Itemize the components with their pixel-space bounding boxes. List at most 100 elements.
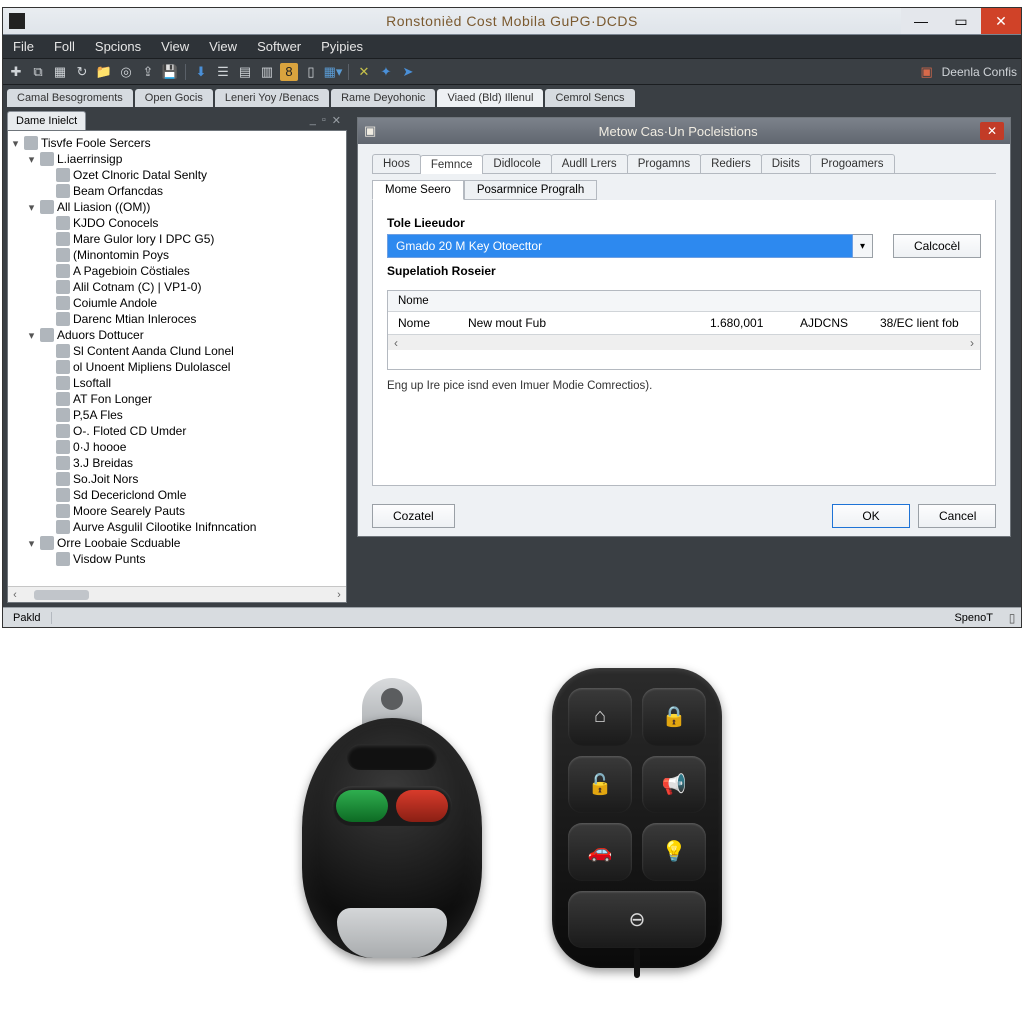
tree-item[interactable]: 3.J Breidas — [42, 455, 344, 471]
tree-item[interactable]: Mare Gulor lory I DPC G5) — [42, 231, 344, 247]
col-header[interactable] — [458, 291, 700, 311]
list-icon[interactable]: ☰ — [214, 63, 232, 81]
layout-icon[interactable]: ▥ — [258, 63, 276, 81]
tree-item[interactable]: (Minontomin Poys — [42, 247, 344, 263]
toolbar-right-label[interactable]: Deenla Confis — [942, 65, 1017, 79]
minimize-button[interactable]: — — [901, 8, 941, 34]
col-header[interactable] — [790, 291, 870, 311]
tree-item[interactable]: So.Joit Nors — [42, 471, 344, 487]
col-header[interactable] — [700, 291, 790, 311]
maximize-button[interactable]: ▭ — [941, 8, 981, 34]
scroll-left-icon[interactable]: ‹ — [8, 589, 22, 601]
refresh-icon[interactable]: ↻ — [73, 63, 91, 81]
dialog-tab[interactable]: Progoamers — [810, 154, 895, 173]
target-icon[interactable]: ◎ — [117, 63, 135, 81]
dropdown-icon[interactable]: ▦▾ — [324, 63, 342, 81]
doctab[interactable]: Open Gocis — [135, 89, 213, 107]
tree-item[interactable]: O-. Floted CD Umder — [42, 423, 344, 439]
badge-icon[interactable]: 8 — [280, 63, 298, 81]
tree-view[interactable]: ▾Tisvfe Foole Sercers▾L.iaerrinsigpOzet … — [7, 130, 347, 603]
export-icon[interactable]: ⇪ — [139, 63, 157, 81]
dialog-tab[interactable]: Progamns — [627, 154, 701, 173]
expand-icon[interactable]: ▾ — [26, 537, 37, 550]
doctab[interactable]: Leneri Yoy /Benacs — [215, 89, 329, 107]
dialog-tab[interactable]: Audll Lrers — [551, 154, 628, 173]
menu-foll[interactable]: Foll — [44, 35, 85, 58]
menu-file[interactable]: File — [3, 35, 44, 58]
pane-tab[interactable]: Dame Inielct — [7, 111, 86, 130]
tree-item[interactable]: ▾Tisvfe Foole Sercers — [10, 135, 344, 151]
tree-item[interactable]: A Pagebioin Cöstiales — [42, 263, 344, 279]
menu-softwer[interactable]: Softwer — [247, 35, 311, 58]
settings-icon[interactable]: ▣ — [918, 63, 936, 81]
dialog-tab[interactable]: Disits — [761, 154, 811, 173]
tree-item[interactable]: ▾All Liasion ((OM)) — [26, 199, 344, 215]
combo-chevron-icon[interactable]: ▾ — [853, 234, 873, 258]
tree-item[interactable]: ▾Aduors Dottucer — [26, 327, 344, 343]
menu-pyipies[interactable]: Pyipies — [311, 35, 373, 58]
tree-item[interactable]: Beam Orfancdas — [42, 183, 344, 199]
menu-view[interactable]: View — [199, 35, 247, 58]
list-hscrollbar[interactable]: ‹ › — [388, 334, 980, 350]
grid-icon[interactable]: ▦ — [51, 63, 69, 81]
menu-view[interactable]: View — [151, 35, 199, 58]
close-button[interactable]: ✕ — [981, 8, 1021, 34]
scroll-right-icon[interactable]: › — [964, 336, 980, 350]
tree-item[interactable]: Moore Searely Pauts — [42, 503, 344, 519]
tree-item[interactable]: P,5A Fles — [42, 407, 344, 423]
tree-item[interactable]: Sl Content Aanda Clund Lonel — [42, 343, 344, 359]
folder-icon[interactable]: 📁 — [95, 63, 113, 81]
doctab[interactable]: Cemrol Sencs — [545, 89, 634, 107]
tree-item[interactable]: Coiumle Andole — [42, 295, 344, 311]
col-header[interactable] — [870, 291, 980, 311]
expand-icon[interactable]: ▾ — [26, 201, 37, 214]
doctab[interactable]: Camal Besogroments — [7, 89, 133, 107]
new-icon[interactable]: ✚ — [7, 63, 25, 81]
tree-item[interactable]: Lsoftall — [42, 375, 344, 391]
ok-button[interactable]: OK — [832, 504, 910, 528]
tree-item[interactable]: KJDO Conocels — [42, 215, 344, 231]
combo-box[interactable]: Gmado 20 M Key Otoecttor ▾ — [387, 234, 873, 258]
remove-icon[interactable]: ✕ — [355, 63, 373, 81]
scroll-left-icon[interactable]: ‹ — [388, 336, 404, 350]
download-icon[interactable]: ⬇ — [192, 63, 210, 81]
dialog-tab[interactable]: Hoos — [372, 154, 421, 173]
copy-icon[interactable]: ⧉ — [29, 63, 47, 81]
table-icon[interactable]: ▤ — [236, 63, 254, 81]
tree-item[interactable]: ▾L.iaerrinsigp — [26, 151, 344, 167]
calculate-button[interactable]: Calcocèl — [893, 234, 981, 258]
doctab[interactable]: Rame Deyohonic — [331, 89, 435, 107]
tree-item[interactable]: 0·J hoooe — [42, 439, 344, 455]
pane-restore-icon[interactable]: ▫ — [322, 114, 326, 127]
scroll-thumb[interactable] — [34, 590, 89, 600]
expand-icon[interactable]: ▾ — [26, 329, 37, 342]
cozel-button[interactable]: Cozatel — [372, 504, 455, 528]
tree-item[interactable]: AT Fon Longer — [42, 391, 344, 407]
dialog-subtab[interactable]: Posarmnice Progralh — [464, 180, 597, 200]
tree-item[interactable]: ▾Orre Loobaie Scduable — [26, 535, 344, 551]
dialog-tab[interactable]: Rediers — [700, 154, 762, 173]
dialog-tab[interactable]: Didlocole — [482, 154, 551, 173]
tree-item[interactable]: Ozet Clnoric Datal Senlty — [42, 167, 344, 183]
tree-item[interactable]: Darenc Mtian Inleroces — [42, 311, 344, 327]
combo-value[interactable]: Gmado 20 M Key Otoecttor — [387, 234, 853, 258]
add-icon[interactable]: ✦ — [377, 63, 395, 81]
cancel-button[interactable]: Cancel — [918, 504, 996, 528]
table-row[interactable]: Nome New mout Fub 1.680,001 AJDCNS 38/EC… — [388, 312, 980, 334]
tree-item[interactable]: Aurve Asgulil Cilootike Inifnncation — [42, 519, 344, 535]
doctab[interactable]: Viaed (Bld) Illenul — [437, 89, 543, 107]
dialog-close-button[interactable]: ✕ — [980, 122, 1004, 140]
tree-item[interactable]: Visdow Punts — [42, 551, 344, 567]
pane-close-icon[interactable]: ✕ — [332, 114, 341, 127]
dialog-tab[interactable]: Femnce — [420, 155, 484, 174]
list-view[interactable]: Nome Nome New mout Fub 1.680,001 AJDCN — [387, 290, 981, 370]
columns-icon[interactable]: ▯ — [302, 63, 320, 81]
dialog-subtab[interactable]: Mome Seero — [372, 180, 464, 200]
menu-spcions[interactable]: Spcions — [85, 35, 151, 58]
col-header[interactable]: Nome — [388, 291, 458, 311]
save-icon[interactable]: 💾 — [161, 63, 179, 81]
expand-icon[interactable]: ▾ — [26, 153, 37, 166]
tree-item[interactable]: Sd Decericlond Omle — [42, 487, 344, 503]
nav-icon[interactable]: ➤ — [399, 63, 417, 81]
status-tray-icon[interactable]: ▯ — [1003, 611, 1021, 625]
